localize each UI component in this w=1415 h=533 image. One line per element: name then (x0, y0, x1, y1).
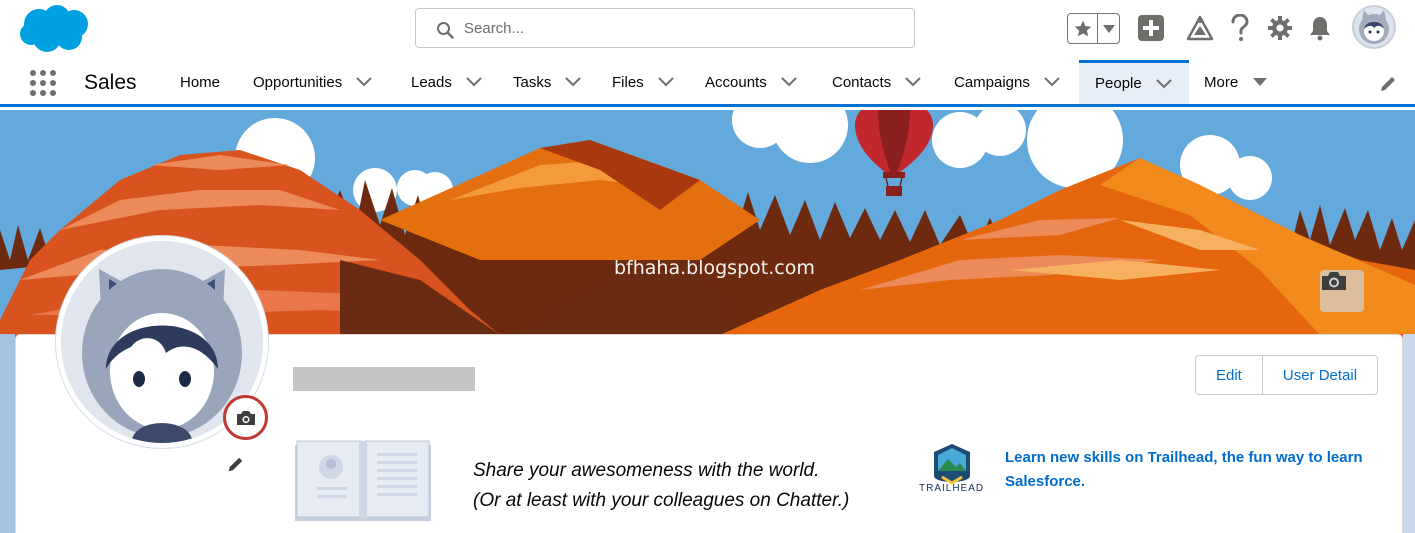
nav-item-accounts[interactable]: Accounts (705, 60, 797, 104)
trailhead-icon[interactable] (1186, 14, 1214, 42)
star-icon[interactable] (1068, 14, 1098, 43)
nav-item-label[interactable]: Home (180, 74, 220, 91)
nav-item-home[interactable]: Home (180, 60, 220, 104)
app-name: Sales (84, 71, 137, 94)
nav-item-label[interactable]: Tasks (513, 74, 551, 91)
nav-item-leads[interactable]: Leads (411, 60, 482, 104)
chevron-down-icon[interactable] (356, 77, 372, 87)
chevron-down-icon[interactable] (466, 77, 482, 87)
nav-item-campaigns[interactable]: Campaigns (954, 60, 1060, 104)
nav-item-label[interactable]: Contacts (832, 74, 891, 91)
app-navigation: Sales Home Opportunities Leads Tasks Fil… (0, 60, 1415, 107)
nav-item-opportunities[interactable]: Opportunities (253, 60, 372, 104)
watermark-text: bfhaha.blogspot.com (614, 257, 815, 279)
nav-item-label[interactable]: People (1095, 75, 1142, 92)
global-search[interactable]: Search... (415, 8, 915, 48)
caret-down-icon[interactable] (1252, 77, 1268, 87)
camera-icon (236, 410, 255, 425)
nav-item-more[interactable]: More (1204, 60, 1268, 104)
chevron-down-icon[interactable] (565, 77, 582, 87)
profile-actions: Edit User Detail (1195, 355, 1379, 395)
nav-item-contacts[interactable]: Contacts (832, 60, 921, 104)
nav-item-label[interactable]: Campaigns (954, 74, 1030, 91)
gear-icon[interactable] (1266, 14, 1294, 42)
chatter-prompt-line-1: Share your awesomeness with the world. (473, 460, 820, 481)
global-header: Search... (0, 0, 1415, 60)
nav-item-label[interactable]: Files (612, 74, 644, 91)
nav-item-files[interactable]: Files (612, 60, 674, 104)
help-icon[interactable] (1226, 14, 1254, 42)
app-launcher-icon[interactable] (30, 70, 56, 96)
chevron-down-icon[interactable] (1156, 78, 1172, 89)
background-strip-right (1403, 334, 1415, 533)
pencil-icon[interactable] (227, 455, 245, 473)
chevron-down-icon[interactable] (905, 77, 921, 87)
nav-item-label[interactable]: More (1204, 74, 1238, 91)
plus-icon[interactable] (1137, 14, 1165, 42)
pencil-icon[interactable] (1378, 74, 1398, 94)
edit-button[interactable]: Edit (1196, 356, 1262, 394)
redacted-user-name (293, 367, 475, 391)
nav-item-people[interactable]: People (1079, 60, 1189, 104)
trailhead-link[interactable]: Learn new skills on Trailhead, the fun w… (1005, 446, 1395, 494)
camera-icon (1322, 272, 1346, 290)
chevron-down-icon[interactable] (657, 77, 674, 87)
search-placeholder[interactable]: Search... (464, 20, 524, 37)
nav-item-tasks[interactable]: Tasks (513, 60, 582, 104)
nav-item-label[interactable]: Opportunities (253, 74, 342, 91)
caret-down-icon[interactable] (1098, 14, 1119, 43)
bell-icon[interactable] (1306, 14, 1334, 42)
background-strip-left (0, 334, 15, 533)
nav-item-label[interactable]: Leads (411, 74, 452, 91)
search-icon (437, 22, 454, 39)
user-detail-button[interactable]: User Detail (1261, 356, 1378, 394)
open-book-illustration (295, 440, 431, 521)
profile-photo-camera-button[interactable] (223, 395, 268, 440)
favorites-button[interactable] (1067, 13, 1120, 44)
chevron-down-icon[interactable] (780, 77, 797, 87)
nav-item-label[interactable]: Accounts (705, 74, 767, 91)
chatter-prompt: Share your awesomeness with the world. (… (473, 456, 849, 516)
avatar[interactable] (1352, 5, 1396, 49)
trailhead-wordmark: TRAILHEAD (919, 483, 985, 494)
banner-camera-button[interactable] (1320, 270, 1364, 312)
chevron-down-icon[interactable] (1044, 77, 1060, 87)
chatter-prompt-line-2: (Or at least with your colleagues on Cha… (473, 490, 850, 511)
salesforce-cloud-logo[interactable] (17, 4, 93, 54)
